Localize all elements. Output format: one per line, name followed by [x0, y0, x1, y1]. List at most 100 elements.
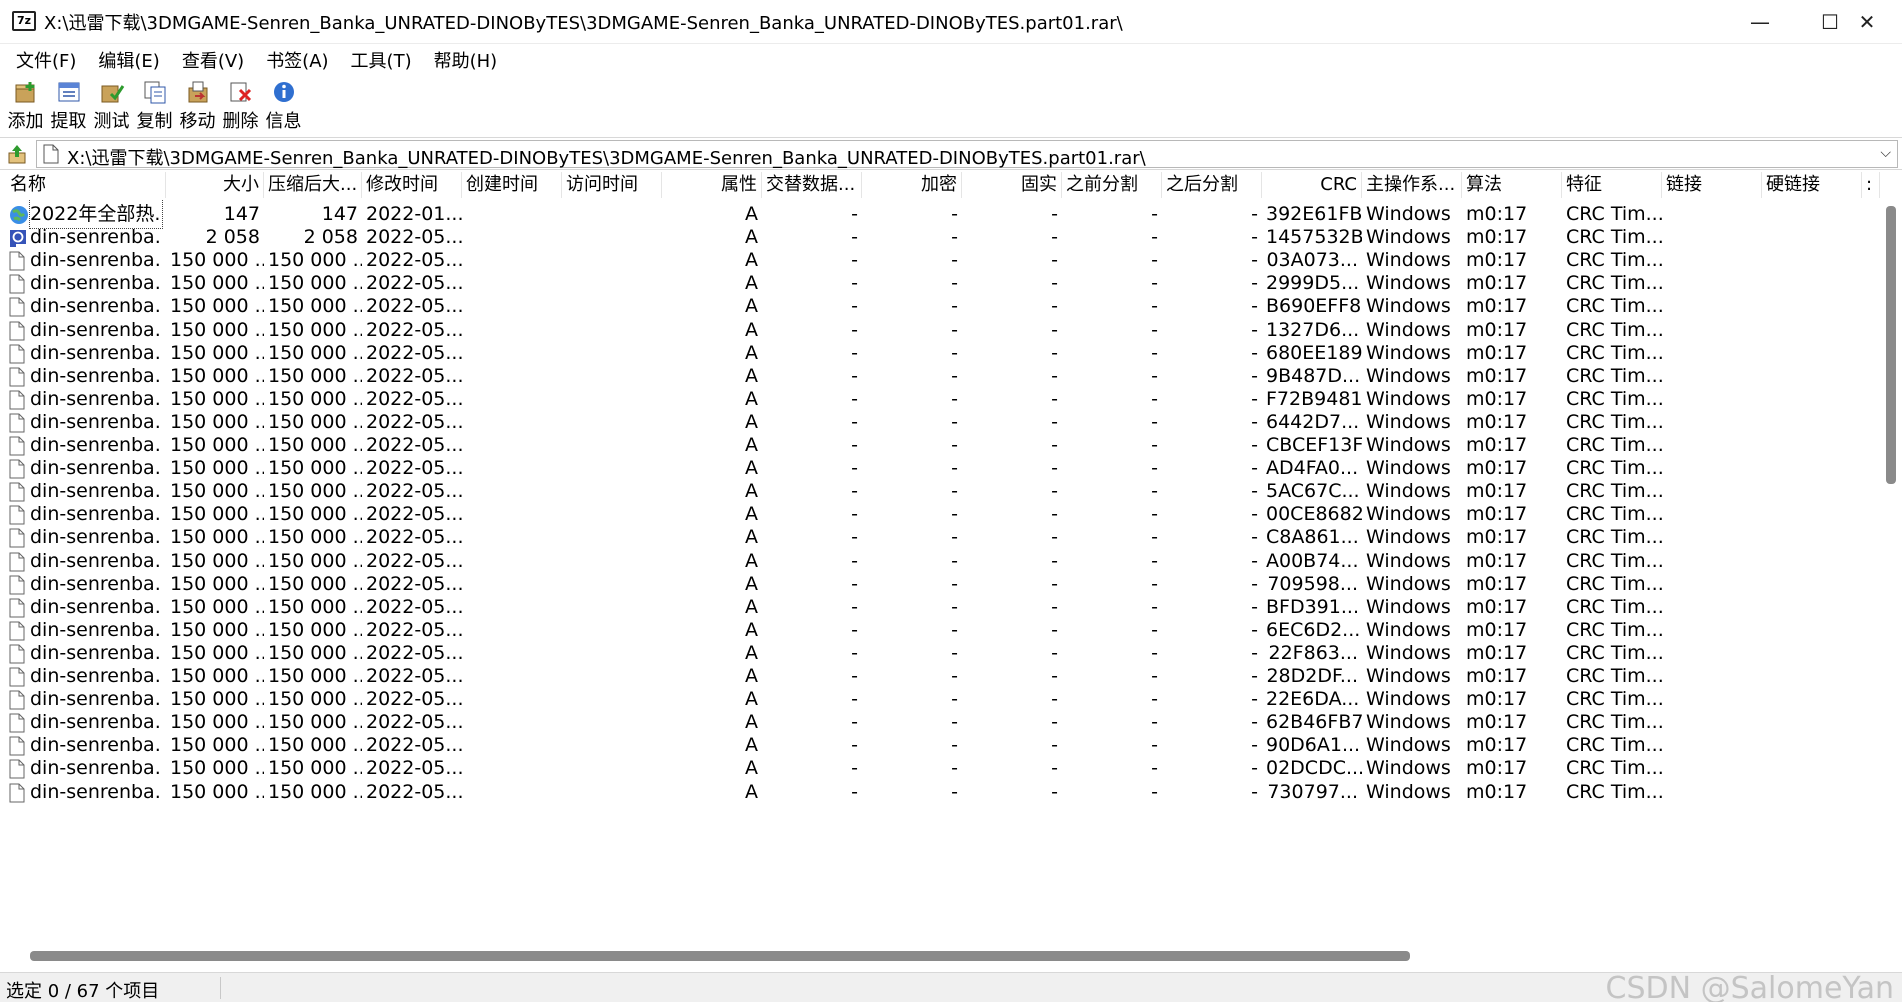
cell-size: 150 000 ... — [170, 780, 264, 803]
up-folder-button[interactable] — [6, 142, 28, 166]
column-header-crc[interactable]: CRC — [1262, 172, 1362, 198]
status-divider — [220, 977, 221, 999]
add-icon — [13, 79, 39, 105]
url-shortcut-icon — [9, 228, 27, 248]
close-button[interactable]: ✕ — [1832, 0, 1902, 44]
column-header-method[interactable]: 算法 — [1462, 172, 1562, 198]
cell-alt: - — [851, 780, 858, 803]
file-icon — [9, 297, 27, 317]
copy-icon — [142, 79, 168, 105]
delete-button[interactable]: 删除 — [219, 76, 262, 136]
window-title: X:\迅雷下载\3DMGAME-Senren_Banka_UNRATED-DIN… — [44, 13, 1123, 34]
file-icon — [9, 575, 27, 595]
column-header-after[interactable]: 之后分割 — [1162, 172, 1262, 198]
test-button[interactable]: 测试 — [90, 76, 133, 136]
file-icon — [9, 459, 27, 479]
cell-crc: 730797... — [1267, 780, 1358, 803]
cell-before: - — [1151, 780, 1158, 803]
column-header-size[interactable]: 大小 — [166, 172, 264, 198]
column-header-packed[interactable]: 压缩后大... — [264, 172, 362, 198]
column-header-alt[interactable]: 交替数据... — [762, 172, 862, 198]
vertical-scroll-thumb[interactable] — [1886, 206, 1896, 484]
file-icon — [9, 552, 27, 572]
watermark: CSDN @SalomeYan — [1605, 971, 1894, 1002]
move-label: 移动 — [179, 111, 216, 132]
column-header-name[interactable]: 名称 — [6, 172, 166, 198]
info-label: 信息 — [265, 111, 302, 132]
file-row[interactable]: din-senrenba... 150 000 ... 150 000 ... 202… — [0, 778, 1880, 806]
cell-after: - — [1251, 780, 1258, 803]
column-header-solid[interactable]: 固实 — [962, 172, 1062, 198]
file-icon — [9, 783, 27, 803]
path-field[interactable]: X:\迅雷下载\3DMGAME-Senren_Banka_UNRATED-DIN… — [36, 140, 1898, 169]
file-icon — [9, 690, 27, 710]
test-label: 测试 — [93, 111, 130, 132]
menu-bookmarks[interactable]: 书签(A) — [256, 47, 338, 73]
file-icon — [9, 759, 27, 779]
menu-help[interactable]: 帮助(H) — [424, 47, 508, 73]
column-header-extra[interactable]: : — [1862, 172, 1880, 198]
file-icon — [9, 274, 27, 294]
file-icon — [9, 598, 27, 618]
file-rows: 2022年全部热... 147 147 2022-01... A - - - - -392E61F… — [0, 200, 1880, 970]
horizontal-scroll-thumb[interactable] — [30, 951, 1410, 961]
toolbar: 添加 提取 测试 复制 移动 删除 信息 — [0, 76, 1902, 138]
cell-solid: - — [1051, 780, 1058, 803]
minimize-button[interactable]: — — [1725, 0, 1795, 44]
move-icon — [185, 79, 211, 105]
file-icon — [9, 713, 27, 733]
vertical-scrollbar[interactable] — [1880, 198, 1902, 950]
path-text: X:\迅雷下载\3DMGAME-Senren_Banka_UNRATED-DIN… — [67, 148, 1146, 169]
test-icon — [99, 79, 125, 105]
menu-edit[interactable]: 编辑(E) — [88, 47, 169, 73]
cell-packed: 150 000 ... — [268, 780, 362, 803]
file-icon — [9, 390, 27, 410]
selection-status: 选定 0 / 67 个项目 — [6, 981, 160, 1002]
cell-method: m0:17 — [1466, 780, 1528, 803]
file-icon — [9, 644, 27, 664]
title-bar: 7z X:\迅雷下载\3DMGAME-Senren_Banka_UNRATED-… — [0, 0, 1902, 44]
copy-label: 复制 — [136, 111, 173, 132]
column-header-enc[interactable]: 加密 — [862, 172, 962, 198]
file-icon — [9, 621, 27, 641]
column-header-before[interactable]: 之前分割 — [1062, 172, 1162, 198]
file-icon — [9, 528, 27, 548]
file-icon — [9, 436, 27, 456]
file-icon — [9, 344, 27, 364]
file-icon — [9, 367, 27, 387]
column-header-hard[interactable]: 硬链接 — [1762, 172, 1862, 198]
cell-attr: A — [745, 780, 758, 803]
column-header-mtime[interactable]: 修改时间 — [362, 172, 462, 198]
column-header-attr[interactable]: 属性 — [662, 172, 762, 198]
cell-mtime: 2022-05... — [366, 780, 462, 803]
chevron-down-icon[interactable]: ⌵ — [1880, 145, 1891, 161]
column-header-ctime[interactable]: 创建时间 — [462, 172, 562, 198]
extract-button[interactable]: 提取 — [47, 76, 90, 136]
file-icon — [9, 482, 27, 502]
status-bar: 选定 0 / 67 个项目 CSDN @SalomeYan — [0, 971, 1902, 1002]
app-icon: 7z — [12, 11, 36, 31]
file-name: din-senrenba... — [30, 780, 162, 803]
copy-button[interactable]: 复制 — [133, 76, 176, 136]
menu-file[interactable]: 文件(F) — [6, 47, 86, 73]
delete-label: 删除 — [222, 111, 259, 132]
extract-icon — [56, 79, 82, 105]
file-icon — [9, 667, 27, 687]
file-icon — [9, 505, 27, 525]
add-button[interactable]: 添加 — [4, 76, 47, 136]
file-icon — [9, 321, 27, 341]
document-icon — [43, 144, 59, 164]
menu-view[interactable]: 查看(V) — [172, 47, 254, 73]
column-header-atime[interactable]: 访问时间 — [562, 172, 662, 198]
move-button[interactable]: 移动 — [176, 76, 219, 136]
file-icon — [9, 736, 27, 756]
horizontal-scrollbar[interactable] — [0, 945, 1880, 967]
info-button[interactable]: 信息 — [262, 76, 305, 136]
column-header-link[interactable]: 链接 — [1662, 172, 1762, 198]
extract-label: 提取 — [50, 111, 87, 132]
column-header-char[interactable]: 特征 — [1562, 172, 1662, 198]
cell-os: Windows — [1366, 780, 1451, 803]
menu-tools[interactable]: 工具(T) — [341, 47, 422, 73]
column-header-os[interactable]: 主操作系... — [1362, 172, 1462, 198]
cell-char: CRC Tim... — [1566, 780, 1662, 803]
